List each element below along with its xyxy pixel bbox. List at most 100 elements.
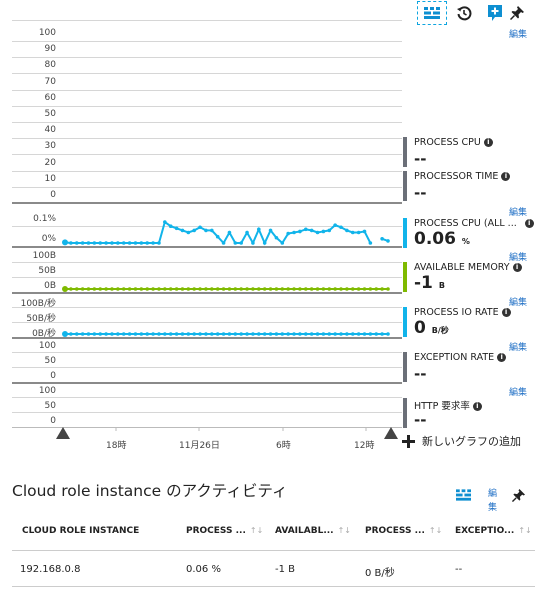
data-point[interactable] (62, 239, 68, 246)
metric-process-io-rate[interactable]: PROCESS IO RATE i 0 B/秒 (403, 307, 543, 338)
data-point[interactable] (268, 228, 273, 233)
data-point[interactable] (245, 230, 249, 235)
data-point[interactable] (356, 332, 361, 336)
data-point[interactable] (362, 332, 367, 336)
data-point[interactable] (215, 287, 220, 291)
data-point[interactable] (350, 287, 355, 291)
data-point[interactable] (257, 227, 261, 232)
data-point[interactable] (174, 287, 179, 291)
data-point[interactable] (251, 241, 255, 245)
data-point[interactable] (380, 287, 384, 291)
data-point[interactable] (92, 241, 97, 245)
add-chart-button[interactable] (486, 3, 504, 23)
data-point[interactable] (92, 287, 97, 291)
data-point[interactable] (262, 241, 267, 245)
data-point[interactable] (362, 229, 367, 234)
data-point[interactable] (74, 332, 79, 336)
data-point[interactable] (298, 332, 302, 336)
data-point[interactable] (386, 332, 390, 336)
data-point[interactable] (174, 226, 179, 231)
data-point[interactable] (368, 287, 373, 291)
data-point[interactable] (198, 225, 202, 230)
data-point[interactable] (356, 230, 361, 235)
data-point[interactable] (239, 287, 243, 291)
data-point[interactable] (227, 332, 232, 336)
data-point[interactable] (133, 287, 138, 291)
data-point[interactable] (251, 287, 255, 291)
data-point[interactable] (139, 241, 144, 245)
info-icon[interactable]: i (501, 172, 511, 181)
data-point[interactable] (268, 332, 273, 336)
data-point[interactable] (151, 332, 155, 336)
data-point[interactable] (309, 287, 314, 291)
data-point[interactable] (339, 332, 343, 336)
data-point[interactable] (221, 287, 226, 291)
data-point[interactable] (174, 332, 179, 336)
data-point[interactable] (292, 287, 296, 291)
time-range-start-handle[interactable] (56, 427, 70, 439)
data-point[interactable] (339, 287, 343, 291)
data-point[interactable] (80, 241, 85, 245)
data-point[interactable] (315, 287, 320, 291)
info-icon[interactable]: i (501, 308, 511, 317)
data-point[interactable] (192, 228, 196, 233)
data-point[interactable] (186, 287, 191, 291)
data-point[interactable] (280, 241, 285, 245)
data-point[interactable] (303, 227, 308, 232)
data-point[interactable] (215, 234, 220, 239)
data-point[interactable] (239, 241, 243, 245)
data-point[interactable] (227, 230, 232, 235)
data-point[interactable] (133, 332, 138, 336)
data-point[interactable] (204, 287, 208, 291)
data-point[interactable] (168, 224, 173, 228)
column-header[interactable]: PROCESS ... ↑↓ (186, 526, 263, 536)
data-point[interactable] (380, 332, 384, 336)
data-point[interactable] (280, 287, 285, 291)
data-point[interactable] (257, 332, 261, 336)
data-point[interactable] (116, 332, 120, 336)
info-icon[interactable]: i (483, 138, 493, 147)
metric-process-cpu[interactable]: PROCESS CPU i -- (403, 137, 543, 168)
data-point[interactable] (74, 241, 79, 245)
column-header[interactable]: CLOUD ROLE INSTANCE (22, 526, 139, 536)
data-point[interactable] (98, 287, 103, 291)
data-point[interactable] (257, 287, 261, 291)
history-button[interactable] (455, 4, 473, 22)
data-point[interactable] (239, 332, 243, 336)
time-range-end-handle[interactable] (384, 427, 398, 439)
data-point[interactable] (327, 228, 332, 233)
data-point[interactable] (151, 241, 155, 245)
data-point[interactable] (309, 332, 314, 336)
data-point[interactable] (145, 241, 150, 245)
data-point[interactable] (303, 287, 308, 291)
pin-button[interactable] (510, 487, 526, 503)
data-point[interactable] (86, 241, 91, 245)
data-point[interactable] (345, 228, 349, 233)
data-point[interactable] (180, 228, 185, 233)
data-point[interactable] (380, 237, 384, 241)
data-point[interactable] (80, 332, 85, 336)
data-point[interactable] (186, 230, 191, 235)
data-point[interactable] (315, 332, 320, 336)
data-point[interactable] (368, 241, 373, 245)
data-point[interactable] (121, 241, 126, 245)
grid-view-button[interactable] (455, 488, 471, 502)
data-point[interactable] (110, 241, 114, 245)
data-point[interactable] (368, 332, 373, 336)
data-point[interactable] (86, 287, 91, 291)
data-point[interactable] (298, 229, 302, 234)
data-point[interactable] (374, 332, 379, 336)
data-point[interactable] (386, 239, 390, 243)
data-point[interactable] (104, 332, 108, 336)
metric-http-request-rate[interactable]: HTTP 要求率 i -- (403, 398, 543, 429)
data-point[interactable] (345, 287, 349, 291)
data-point[interactable] (69, 332, 73, 336)
data-point[interactable] (92, 332, 97, 336)
data-point[interactable] (121, 332, 126, 336)
data-point[interactable] (268, 287, 273, 291)
data-point[interactable] (251, 332, 255, 336)
data-point[interactable] (127, 241, 132, 245)
data-point[interactable] (350, 230, 355, 235)
data-point[interactable] (280, 332, 285, 336)
data-point[interactable] (139, 287, 144, 291)
